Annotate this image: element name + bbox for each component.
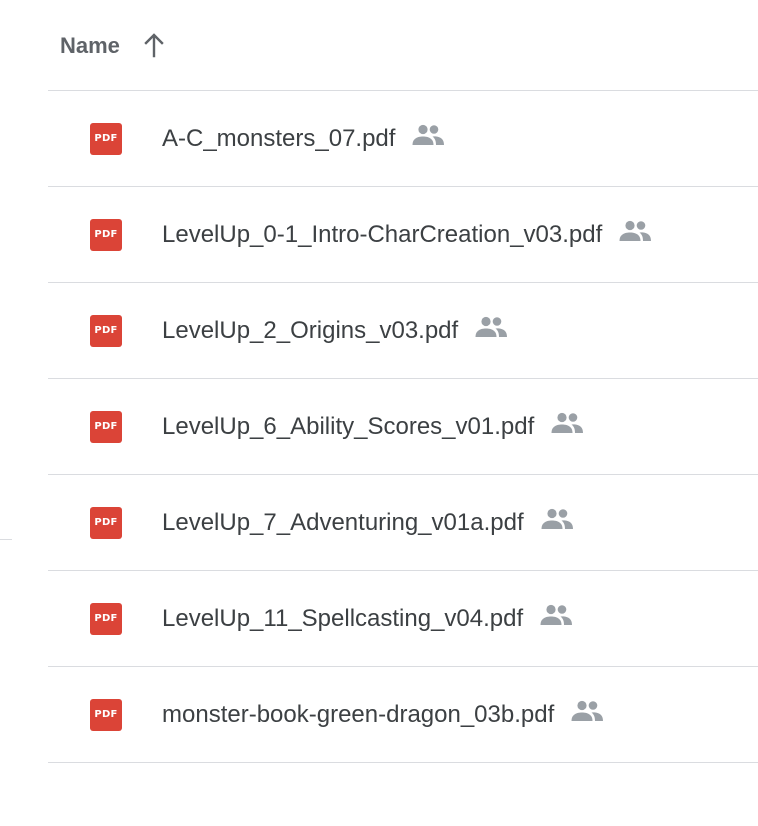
file-name[interactable]: LevelUp_7_Adventuring_v01a.pdf (162, 509, 574, 537)
people-icon (570, 700, 604, 722)
people-icon (550, 412, 584, 434)
file-name[interactable]: LevelUp_2_Origins_v03.pdf (162, 317, 508, 345)
file-name[interactable]: LevelUp_0-1_Intro-CharCreation_v03.pdf (162, 221, 652, 249)
pdf-badge-label: PDF (94, 709, 118, 720)
file-row[interactable]: PDF LevelUp_7_Adventuring_v01a.pdf (48, 475, 758, 571)
name-header-label: Name (60, 33, 120, 58)
file-name[interactable]: LevelUp_11_Spellcasting_v04.pdf (162, 605, 573, 633)
file-name-text: monster-book-green-dragon_03b.pdf (162, 700, 555, 728)
pdf-badge-label: PDF (94, 133, 118, 144)
file-name-text: A-C_monsters_07.pdf (162, 124, 396, 152)
pdf-icon: PDF (90, 506, 122, 539)
pdf-icon: PDF (90, 122, 122, 155)
file-name-text: LevelUp_6_Ability_Scores_v01.pdf (162, 412, 535, 440)
file-row[interactable]: PDF LevelUp_11_Spellcasting_v04.pdf (48, 571, 758, 667)
pdf-icon: PDF (90, 698, 122, 731)
file-name-text: LevelUp_0-1_Intro-CharCreation_v03.pdf (162, 220, 603, 248)
file-name[interactable]: monster-book-green-dragon_03b.pdf (162, 701, 604, 729)
arrow-up-icon[interactable] (140, 31, 168, 59)
pdf-badge-label: PDF (94, 517, 118, 528)
people-icon (474, 316, 508, 338)
file-list: Name PDF A-C_monsters_07.pdf PDF LevelUp… (48, 0, 758, 763)
people-icon (540, 508, 574, 530)
file-row[interactable]: PDF LevelUp_2_Origins_v03.pdf (48, 283, 758, 379)
people-icon (618, 220, 652, 242)
people-icon (411, 124, 445, 146)
file-row[interactable]: PDF monster-book-green-dragon_03b.pdf (48, 667, 758, 763)
file-name-text: LevelUp_7_Adventuring_v01a.pdf (162, 508, 524, 536)
file-name-text: LevelUp_2_Origins_v03.pdf (162, 316, 459, 344)
people-icon (539, 604, 573, 626)
pdf-icon: PDF (90, 218, 122, 251)
pdf-badge-label: PDF (94, 229, 118, 240)
name-column-header[interactable]: Name (48, 0, 758, 91)
pdf-icon: PDF (90, 602, 122, 635)
file-row[interactable]: PDF LevelUp_6_Ability_Scores_v01.pdf (48, 379, 758, 475)
file-name[interactable]: A-C_monsters_07.pdf (162, 125, 445, 153)
pdf-badge-label: PDF (94, 421, 118, 432)
divider-line (0, 539, 12, 540)
file-row[interactable]: PDF A-C_monsters_07.pdf (48, 91, 758, 187)
pdf-badge-label: PDF (94, 613, 118, 624)
pdf-icon: PDF (90, 314, 122, 347)
file-name[interactable]: LevelUp_6_Ability_Scores_v01.pdf (162, 413, 584, 441)
pdf-badge-label: PDF (94, 325, 118, 336)
file-row[interactable]: PDF LevelUp_0-1_Intro-CharCreation_v03.p… (48, 187, 758, 283)
pdf-icon: PDF (90, 410, 122, 443)
file-name-text: LevelUp_11_Spellcasting_v04.pdf (162, 604, 524, 632)
